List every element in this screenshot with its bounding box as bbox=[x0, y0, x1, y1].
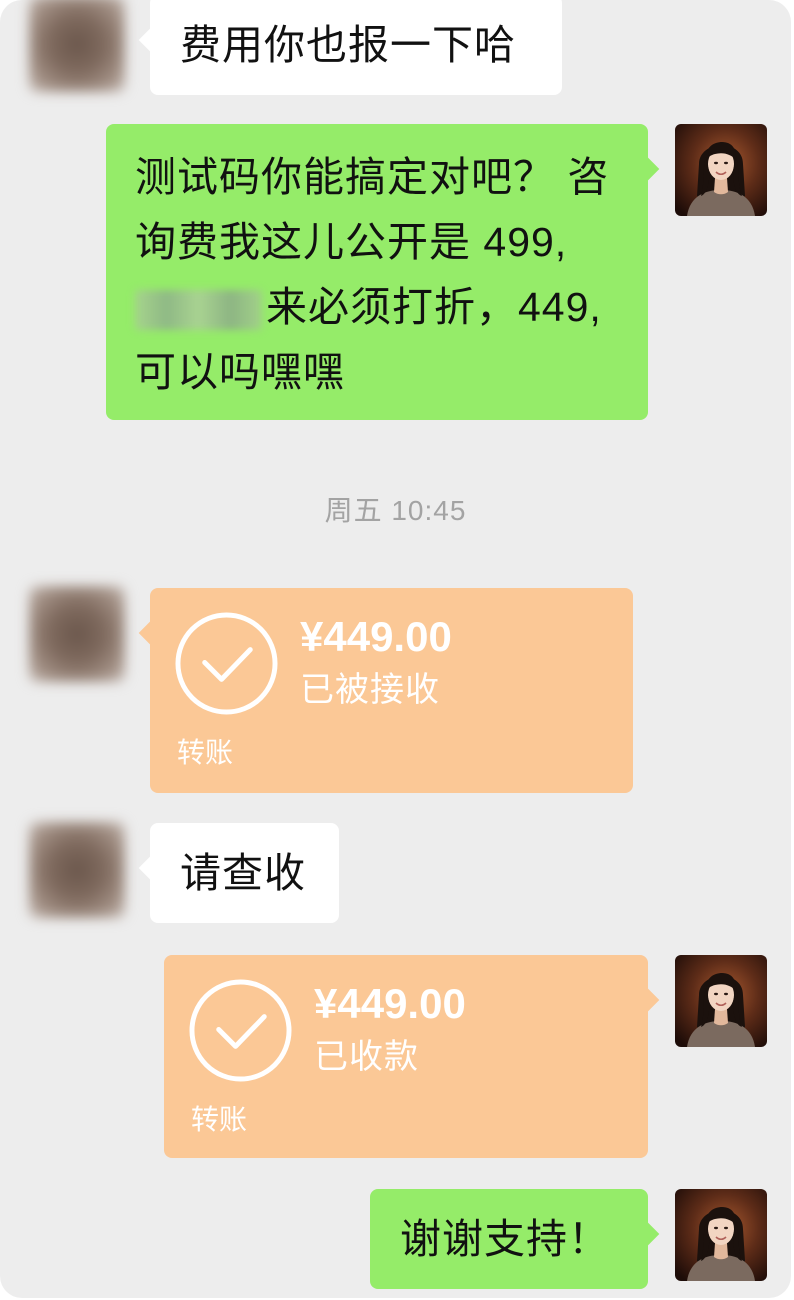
chat-message-list[interactable]: 费用你也报一下哈 测试码你能搞定对吧？ 咨 询费我这儿公开是 499, 来必须打… bbox=[0, 0, 791, 1298]
transfer-status: 已收款 bbox=[314, 1038, 419, 1076]
check-circle-icon bbox=[189, 979, 292, 1082]
bubble-tail bbox=[636, 157, 660, 181]
transfer-label: 转账 bbox=[177, 737, 234, 768]
transfer-amount: ¥449.00 bbox=[314, 980, 466, 1027]
contact-avatar[interactable] bbox=[29, 586, 125, 682]
portrait-photo bbox=[675, 955, 767, 1047]
transfer-card[interactable]: ¥449.00 已被接收 转账 bbox=[138, 588, 633, 793]
my-avatar[interactable] bbox=[675, 1189, 767, 1281]
bubble-tail bbox=[138, 621, 162, 645]
incoming-message-bubble[interactable]: 费用你也报一下哈 bbox=[138, 0, 562, 95]
chat-timestamp: 周五 10:45 bbox=[324, 495, 467, 526]
message-line: 可以吗嘿嘿 bbox=[135, 349, 345, 395]
incoming-message-bubble[interactable]: 请查收 bbox=[138, 823, 339, 923]
transfer-status: 已被接收 bbox=[300, 671, 440, 709]
outgoing-message-bubble[interactable]: 谢谢支持！ bbox=[370, 1189, 660, 1289]
transfer-label: 转账 bbox=[191, 1104, 248, 1135]
portrait-photo bbox=[675, 1189, 767, 1281]
check-circle-icon bbox=[175, 612, 278, 715]
contact-avatar[interactable] bbox=[29, 822, 125, 918]
message-text: 谢谢支持！ bbox=[400, 1216, 610, 1262]
portrait-photo bbox=[675, 124, 767, 216]
message-line: 询费我这儿公开是 499, bbox=[135, 219, 568, 265]
blurred-avatar-image bbox=[29, 822, 125, 918]
blurred-avatar-image bbox=[29, 0, 125, 92]
transfer-amount: ¥449.00 bbox=[300, 613, 452, 660]
redacted-text-blur bbox=[135, 290, 262, 331]
transfer-card[interactable]: ¥449.00 已收款 转账 bbox=[164, 955, 660, 1158]
message-text: 请查收 bbox=[180, 850, 306, 896]
bubble-tail bbox=[636, 1222, 660, 1246]
bubble-tail bbox=[138, 856, 162, 880]
message-line: 来必须打折，449, bbox=[135, 275, 619, 340]
message-text: 费用你也报一下哈 bbox=[180, 22, 516, 68]
my-avatar[interactable] bbox=[675, 955, 767, 1047]
bubble-tail bbox=[636, 988, 660, 1012]
message-line-text: 来必须打折，449, bbox=[266, 284, 602, 330]
my-avatar[interactable] bbox=[675, 124, 767, 216]
blurred-avatar-image bbox=[29, 586, 125, 682]
outgoing-message-bubble[interactable]: 测试码你能搞定对吧？ 咨 询费我这儿公开是 499, 来必须打折，449, 可以… bbox=[106, 124, 660, 420]
message-line: 测试码你能搞定对吧？ 咨 bbox=[135, 154, 610, 200]
bubble-tail bbox=[138, 28, 162, 52]
contact-avatar[interactable] bbox=[29, 0, 125, 92]
